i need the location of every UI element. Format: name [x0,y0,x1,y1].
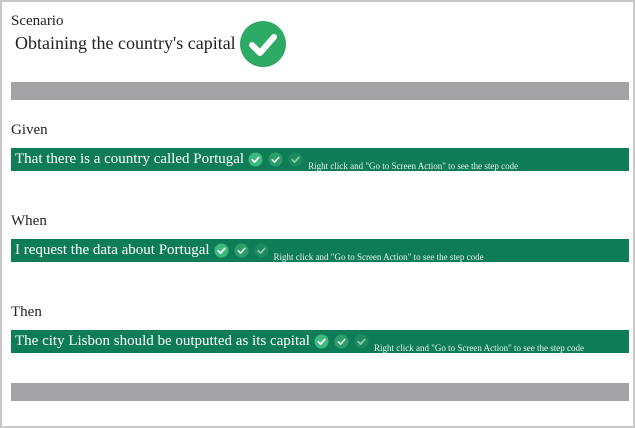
check-circle-icon [240,21,286,67]
check-icon [248,152,263,167]
check-icon [268,152,283,167]
step-status-icons [214,243,274,258]
scenario-panel: Scenario Obtaining the country's capital… [0,0,635,428]
scenario-label: Scenario [11,13,64,29]
step-row-when[interactable]: I request the data about Portugal Right … [11,239,629,262]
step-hint: Right click and "Go to Screen Action" to… [273,251,484,262]
step-keyword-given: Given [11,122,48,138]
check-icon [354,334,369,349]
check-icon [214,243,229,258]
step-hint: Right click and "Go to Screen Action" to… [308,160,519,171]
step-keyword-when: When [11,213,47,229]
step-hint: Right click and "Go to Screen Action" to… [373,342,584,353]
step-keyword-then: Then [11,304,42,320]
step-status-icons [314,334,374,349]
scenario-title: Obtaining the country's capital [15,33,236,53]
divider [11,82,629,100]
step-text: That there is a country called Portugal [15,151,245,167]
step-row-then[interactable]: The city Lisbon should be outputted as i… [11,330,629,353]
step-text: I request the data about Portugal [15,242,210,258]
divider [11,383,629,401]
step-status-icons [248,152,308,167]
step-text: The city Lisbon should be outputted as i… [15,333,310,349]
check-icon [334,334,349,349]
check-icon [234,243,249,258]
check-icon [254,243,269,258]
step-row-given[interactable]: That there is a country called Portugal … [11,148,629,171]
check-icon [288,152,303,167]
check-icon [314,334,329,349]
